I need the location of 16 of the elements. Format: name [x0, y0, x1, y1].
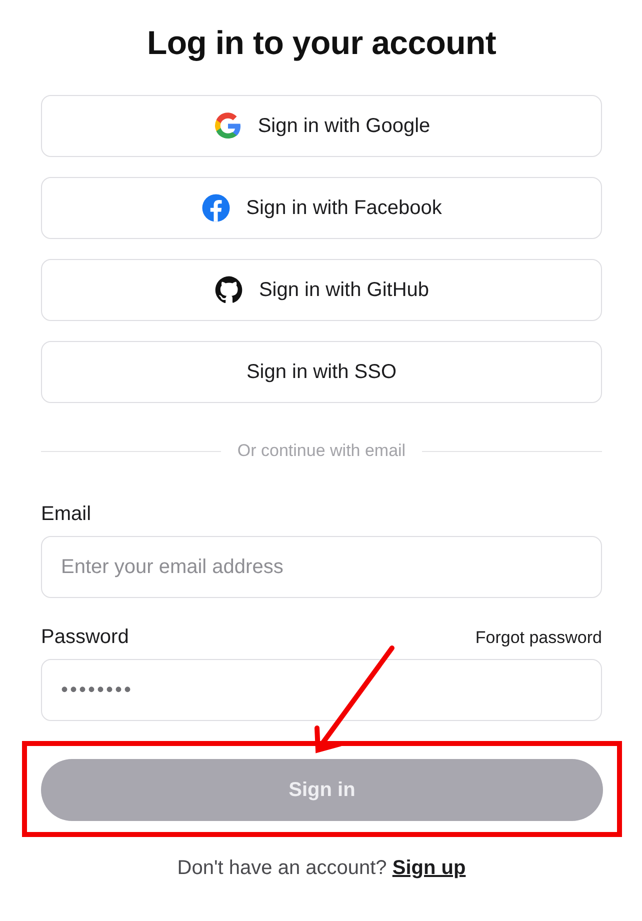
sign-up-link[interactable]: Sign up: [392, 857, 466, 879]
divider-label: Or continue with email: [237, 441, 406, 461]
email-field[interactable]: Enter your email address: [41, 536, 602, 598]
cat-logo-icon: [214, 275, 244, 305]
password-label: Password: [41, 626, 129, 649]
page-title: Log in to your account: [146, 23, 498, 63]
footer-text: Don't have an account?: [177, 857, 387, 879]
f-logo-icon: [201, 193, 232, 223]
g-logo-icon: [212, 111, 243, 141]
password-field[interactable]: ••••••••: [41, 659, 602, 721]
sign-in-option-button[interactable]: Sign in with GitHub: [41, 259, 602, 321]
sign-in-option-button[interactable]: Sign in with Facebook: [41, 177, 602, 239]
sign-in-option-button[interactable]: Sign in with Google: [41, 95, 602, 157]
sign-in-option-button[interactable]: Sign in with SSO: [41, 341, 602, 403]
email-label: Email: [41, 503, 92, 526]
forgot-password-link[interactable]: Forgot password: [475, 628, 602, 648]
